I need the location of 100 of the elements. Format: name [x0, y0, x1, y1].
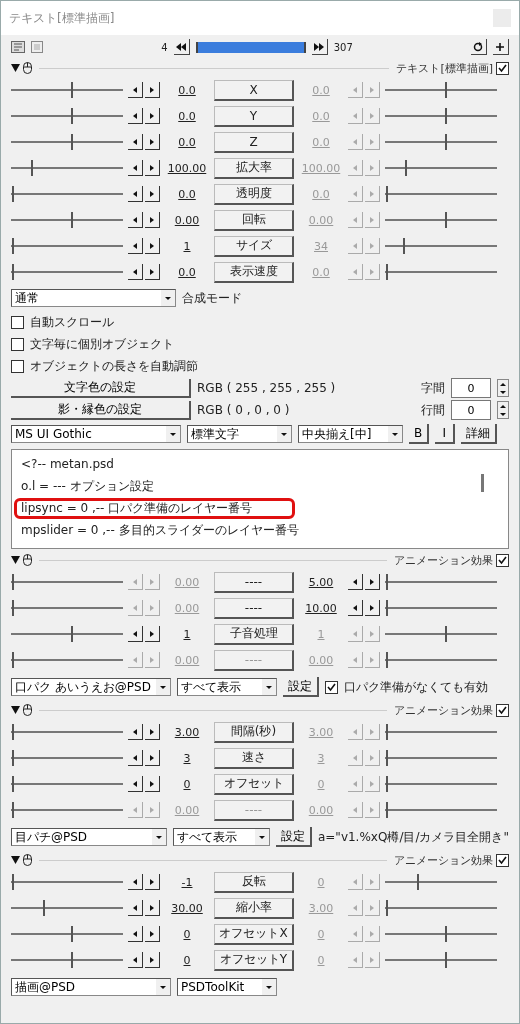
start-value[interactable]: 0.0 [165, 265, 209, 279]
color-button[interactable]: 影・縁色の設定 [11, 400, 191, 420]
parameter-button[interactable]: 子音処理 [214, 623, 294, 645]
checkbox[interactable] [11, 337, 24, 351]
slider[interactable] [385, 750, 497, 766]
spacing-field[interactable]: 0 [451, 378, 491, 398]
dropdown[interactable]: 目パチ@PSD [11, 828, 167, 846]
fast-forward-button[interactable] [311, 39, 328, 55]
slider[interactable] [385, 82, 497, 98]
slider[interactable] [385, 238, 497, 254]
collapse-triangle-icon[interactable] [11, 706, 20, 714]
parameter-button[interactable]: 縮小率 [214, 897, 294, 919]
slider-thumb[interactable] [70, 626, 76, 642]
slider[interactable] [385, 802, 497, 818]
collapse-triangle-icon[interactable] [11, 64, 20, 72]
checkbox[interactable] [11, 359, 24, 373]
slider-thumb[interactable] [444, 134, 450, 150]
slider[interactable] [11, 724, 123, 740]
slider-thumb[interactable] [70, 926, 76, 942]
start-value[interactable]: -1 [165, 875, 209, 889]
parameter-button[interactable]: 回転 [214, 209, 294, 231]
start-value[interactable]: 0 [165, 927, 209, 941]
slider[interactable] [11, 212, 123, 228]
slider[interactable] [11, 108, 123, 124]
dropdown[interactable]: 標準文字 [187, 425, 292, 443]
parameter-button[interactable]: Z [214, 131, 294, 153]
slider-thumb[interactable] [70, 952, 76, 968]
increment-button[interactable] [145, 186, 160, 202]
start-value[interactable]: 0.0 [165, 135, 209, 149]
frame-icon[interactable] [31, 41, 43, 53]
increment-button[interactable] [145, 750, 160, 766]
slider[interactable] [385, 952, 497, 968]
scrollbar-thumb[interactable] [481, 474, 484, 492]
start-value[interactable]: 3.00 [165, 725, 209, 739]
slider[interactable] [385, 186, 497, 202]
slider[interactable] [385, 874, 497, 890]
parameter-button[interactable]: 間隔(秒) [214, 721, 294, 743]
end-value[interactable]: 10.00 [299, 601, 343, 615]
parameter-button[interactable]: X [214, 79, 294, 101]
slider-thumb[interactable] [70, 134, 76, 150]
slider-thumb[interactable] [444, 212, 450, 228]
end-value[interactable]: 5.00 [299, 575, 343, 589]
slider[interactable] [385, 900, 497, 916]
slider[interactable] [11, 776, 123, 792]
slider[interactable] [385, 574, 497, 590]
parameter-button[interactable]: 拡大率 [214, 157, 294, 179]
parameter-button[interactable]: 表示速度 [214, 261, 294, 283]
slider[interactable] [385, 652, 497, 668]
checkbox[interactable] [496, 553, 509, 567]
checkbox-label[interactable]: オブジェクトの長さを自動調節 [30, 357, 198, 375]
slider-thumb[interactable] [70, 108, 76, 124]
parameter-button[interactable]: 速さ [214, 747, 294, 769]
increment-button[interactable] [145, 160, 160, 176]
slider[interactable] [11, 652, 123, 668]
slider-thumb[interactable] [444, 952, 450, 968]
increment-button[interactable] [145, 108, 160, 124]
slider-thumb[interactable] [444, 926, 450, 942]
dropdown[interactable]: MS UI Gothic [11, 425, 181, 443]
increment-button[interactable] [365, 574, 380, 590]
start-value[interactable]: 0 [165, 777, 209, 791]
increment-button[interactable] [145, 626, 160, 642]
checkbox[interactable] [496, 853, 509, 867]
format-button[interactable]: I [435, 424, 456, 444]
parameter-button[interactable]: ---- [214, 597, 294, 619]
slider-thumb[interactable] [444, 626, 450, 642]
checkbox[interactable] [11, 315, 24, 329]
slider[interactable] [385, 264, 497, 280]
increment-button[interactable] [145, 952, 160, 968]
start-value[interactable]: 0.0 [165, 109, 209, 123]
checkbox[interactable] [496, 703, 509, 717]
slider[interactable] [11, 926, 123, 942]
checkbox[interactable] [325, 680, 338, 694]
color-button[interactable]: 文字色の設定 [11, 378, 191, 398]
format-button[interactable]: 詳細 [461, 424, 498, 444]
increment-button[interactable] [145, 238, 160, 254]
slider-thumb[interactable] [444, 108, 450, 124]
slider[interactable] [11, 626, 123, 642]
slider[interactable] [11, 900, 123, 916]
slider[interactable] [11, 82, 123, 98]
slider[interactable] [385, 600, 497, 616]
slider[interactable] [11, 574, 123, 590]
dropdown[interactable]: すべて表示 [177, 678, 277, 696]
increment-button[interactable] [145, 926, 160, 942]
settings-button[interactable]: 設定 [275, 827, 312, 847]
start-value[interactable]: 0.00 [165, 213, 209, 227]
text-area[interactable]: <?-- metan.psd o.l = --- オプション設定 lipsync = 0 ,-- 口パク準備のレイヤー番号 mpslider = 0 ,-- 多目的スライダーのレイヤー番号 [11, 449, 509, 549]
slider[interactable] [11, 186, 123, 202]
slider[interactable] [11, 134, 123, 150]
parameter-button[interactable]: ---- [214, 571, 294, 593]
checkbox-label[interactable]: 文字毎に個別オブジェクト [30, 335, 174, 353]
start-value[interactable]: 3 [165, 751, 209, 765]
slider-thumb[interactable] [416, 874, 422, 890]
start-value[interactable]: 1 [165, 627, 209, 641]
dropdown[interactable]: 口パク あいうえお@PSD [11, 678, 171, 696]
checkbox-label[interactable]: 口パク準備がなくても有効 [344, 678, 488, 696]
checkbox-label[interactable]: 自動スクロール [30, 313, 114, 331]
start-value[interactable]: 0.0 [165, 83, 209, 97]
slider[interactable] [11, 802, 123, 818]
settings-button[interactable]: 設定 [283, 677, 319, 697]
slider[interactable] [11, 600, 123, 616]
